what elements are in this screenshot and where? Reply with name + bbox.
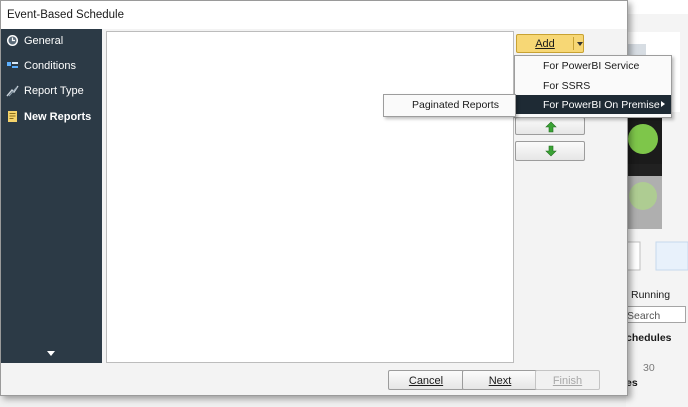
sidebar-item-general[interactable]: General (1, 29, 102, 54)
menu-item-powerbi-service[interactable]: For PowerBI Service (515, 56, 671, 75)
add-dropdown-menu: For PowerBI Service For SSRS For PowerBI… (514, 55, 672, 118)
sidebar-item-label: New Reports (24, 111, 92, 123)
cancel-button[interactable]: Cancel (388, 370, 464, 390)
title-bar: Event-Based Schedule (1, 1, 627, 29)
finish-button-label: Finish (552, 375, 583, 387)
clock-icon (7, 35, 18, 46)
menu-item-label: For SSRS (543, 80, 591, 92)
sidebar-item-new-reports[interactable]: New Reports (1, 105, 102, 130)
background-number: 30 (643, 362, 655, 374)
add-button-label: Add (535, 38, 555, 50)
running-label: Running (631, 289, 671, 301)
arrow-down-icon (545, 145, 557, 157)
submenu-item-label: Paginated Reports (412, 99, 499, 111)
sidebar-scroll-down-icon[interactable] (47, 351, 55, 356)
schedules-label: chedules (626, 332, 672, 344)
sidebar-item-conditions[interactable]: Conditions (1, 54, 102, 79)
powerbi-on-premise-submenu: Paginated Reports (383, 94, 516, 117)
wizard-sidebar: General Conditions Report Type New Repor… (1, 29, 102, 363)
next-button[interactable]: Next (462, 370, 538, 390)
sidebar-item-label: General (24, 35, 64, 47)
menu-item-ssrs[interactable]: For SSRS (515, 76, 671, 95)
submenu-item-paginated-reports[interactable]: Paginated Reports (384, 95, 515, 116)
finish-button[interactable]: Finish (535, 370, 600, 390)
add-dropdown-button[interactable]: Add (516, 34, 584, 53)
submenu-arrow-icon (661, 101, 665, 107)
conditions-icon (7, 62, 18, 68)
chevron-down-icon[interactable] (577, 42, 583, 46)
menu-item-label: For PowerBI On Premise (543, 99, 660, 111)
next-button-label: Next (488, 375, 512, 387)
menu-item-powerbi-on-premise[interactable]: For PowerBI On Premise (515, 95, 671, 114)
menu-item-label: For PowerBI Service (543, 60, 640, 72)
traffic-light-graphic (626, 14, 688, 274)
reports-list[interactable] (106, 31, 514, 363)
move-down-button[interactable] (515, 141, 585, 161)
dialog-title: Event-Based Schedule (7, 9, 124, 21)
search-placeholder: Search (627, 310, 661, 322)
sidebar-item-report-type[interactable]: Report Type (1, 79, 102, 104)
arrow-up-icon (545, 121, 557, 133)
background-search-input[interactable]: Search (626, 306, 686, 323)
sidebar-item-label: Report Type (24, 85, 84, 97)
report-type-icon (6, 85, 19, 97)
split-separator (573, 37, 574, 50)
cancel-button-label: Cancel (408, 375, 444, 387)
sidebar-item-label: Conditions (24, 60, 76, 72)
document-icon (8, 111, 17, 122)
move-up-button[interactable] (515, 117, 585, 135)
background-top-bar (626, 0, 688, 14)
